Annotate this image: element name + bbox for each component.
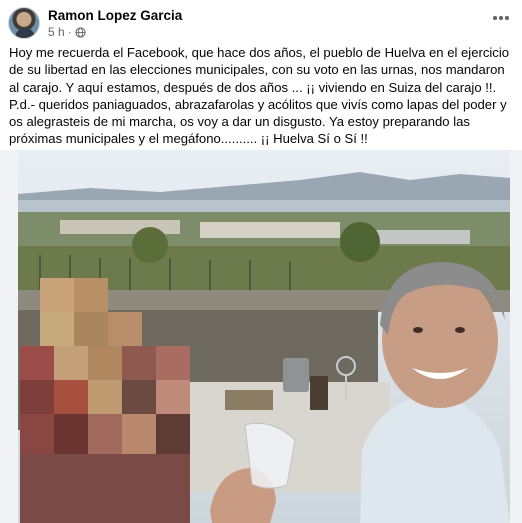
author-name[interactable]: Ramon Lopez Garcia	[48, 8, 182, 23]
post-paragraph-2: P.d.- queridos paniaguados, abrazafarola…	[9, 96, 507, 147]
avatar[interactable]	[8, 7, 40, 39]
post-meta: 5 h ·	[48, 25, 86, 39]
meta-separator: ·	[67, 25, 72, 39]
post-photo[interactable]	[0, 150, 522, 523]
post-paragraph-1: Hoy me recuerda el Facebook, que hace do…	[9, 45, 510, 95]
post-text: Hoy me recuerda el Facebook, que hace do…	[9, 44, 513, 148]
globe-icon[interactable]	[75, 26, 86, 38]
photo-scene	[18, 150, 510, 523]
more-options-icon[interactable]	[488, 8, 514, 28]
post-time[interactable]: 5 h	[48, 25, 65, 39]
post-header: Ramon Lopez Garcia 5 h ·	[0, 0, 522, 42]
